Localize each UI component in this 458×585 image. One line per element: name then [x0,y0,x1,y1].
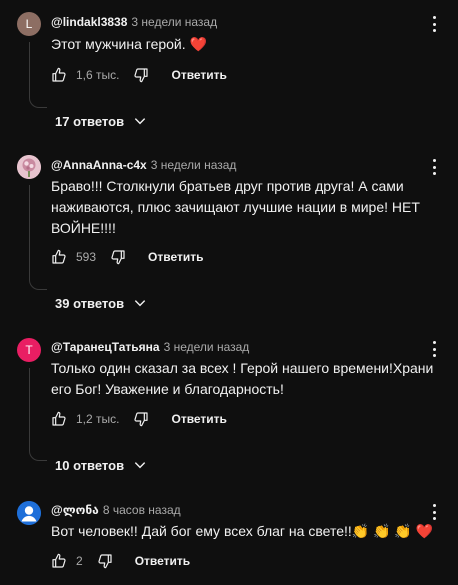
comment-time[interactable]: 8 часов назад [103,503,181,517]
avatar[interactable] [17,501,41,525]
comment-text: Только один сказал за всех ! Герой нашег… [51,360,434,397]
replies-count: 17 ответов [55,113,125,129]
like-count: 1,2 тыс. [76,412,120,426]
comment-author[interactable]: @lindakl3838 [51,15,127,29]
like-count: 1,6 тыс. [76,68,120,82]
more-vert-icon[interactable] [428,14,440,34]
reply-button[interactable]: Ответить [148,250,203,264]
comment-time[interactable]: 3 недели назад [131,15,217,29]
replies-count: 10 ответов [55,457,125,473]
comment-author[interactable]: @ლონა [51,503,99,517]
replies-toggle-button[interactable]: 39 ответов [55,293,147,313]
comment-actions: 2 Ответить [51,551,190,571]
reply-button[interactable]: Ответить [171,68,226,82]
thumbs-up-icon[interactable] [51,249,67,265]
thread-curve [29,447,47,461]
reply-button[interactable]: Ответить [171,412,226,426]
avatar[interactable]: T [17,338,41,362]
thumbs-down-icon[interactable] [133,411,149,427]
chevron-down-icon [133,458,147,472]
replies-toggle-button[interactable]: 10 ответов [55,455,147,475]
comment-time[interactable]: 3 недели назад [164,340,250,354]
chevron-down-icon [133,114,147,128]
like-count: 2 [76,554,83,568]
reply-button[interactable]: Ответить [135,554,190,568]
chevron-down-icon [133,296,147,310]
avatar[interactable] [17,155,41,179]
comment-text: Вот человек!! Дай бог ему всех благ на с… [51,523,434,539]
thumbs-up-icon[interactable] [51,67,67,83]
comment-time[interactable]: 3 недели назад [151,158,237,172]
more-vert-icon[interactable] [428,339,440,359]
thread-line [29,368,30,447]
thread-line [29,185,30,276]
comment-author[interactable]: @ТаранецТатьяна [51,340,160,354]
more-vert-icon[interactable] [428,157,440,177]
comment-text: Этот мужчина герой. ❤️ [51,36,207,52]
thumbs-down-icon[interactable] [97,553,113,569]
more-vert-icon[interactable] [428,502,440,522]
comment-actions: 593 Ответить [51,247,203,267]
thumbs-down-icon[interactable] [133,67,149,83]
avatar[interactable]: L [17,12,41,36]
avatar-letter: L [25,17,33,31]
comment-meta: @lindakl3838 3 недели назад [51,14,217,30]
comment-meta: @AnnaAnna-c4x 3 недели назад [51,157,236,173]
thread-curve [29,276,47,290]
thumbs-up-icon[interactable] [51,553,67,569]
user-icon [17,155,41,179]
replies-count: 39 ответов [55,295,125,311]
comment-actions: 1,6 тыс. Ответить [51,65,227,85]
comment-actions: 1,2 тыс. Ответить [51,409,227,429]
thumbs-up-icon[interactable] [51,411,67,427]
comment-meta: @ლონა 8 часов назад [51,502,181,518]
comment-text: Браво!!! Столкнули братьев друг против д… [51,178,420,236]
comment-meta: @ТаранецТатьяна 3 недели назад [51,339,249,355]
user-icon [17,501,41,525]
like-count: 593 [76,250,97,264]
thumbs-down-icon[interactable] [110,249,126,265]
thread-curve [29,94,47,108]
replies-toggle-button[interactable]: 17 ответов [55,111,147,131]
thread-line [29,42,30,94]
comment-author[interactable]: @AnnaAnna-c4x [51,158,147,172]
avatar-letter: T [25,343,33,357]
